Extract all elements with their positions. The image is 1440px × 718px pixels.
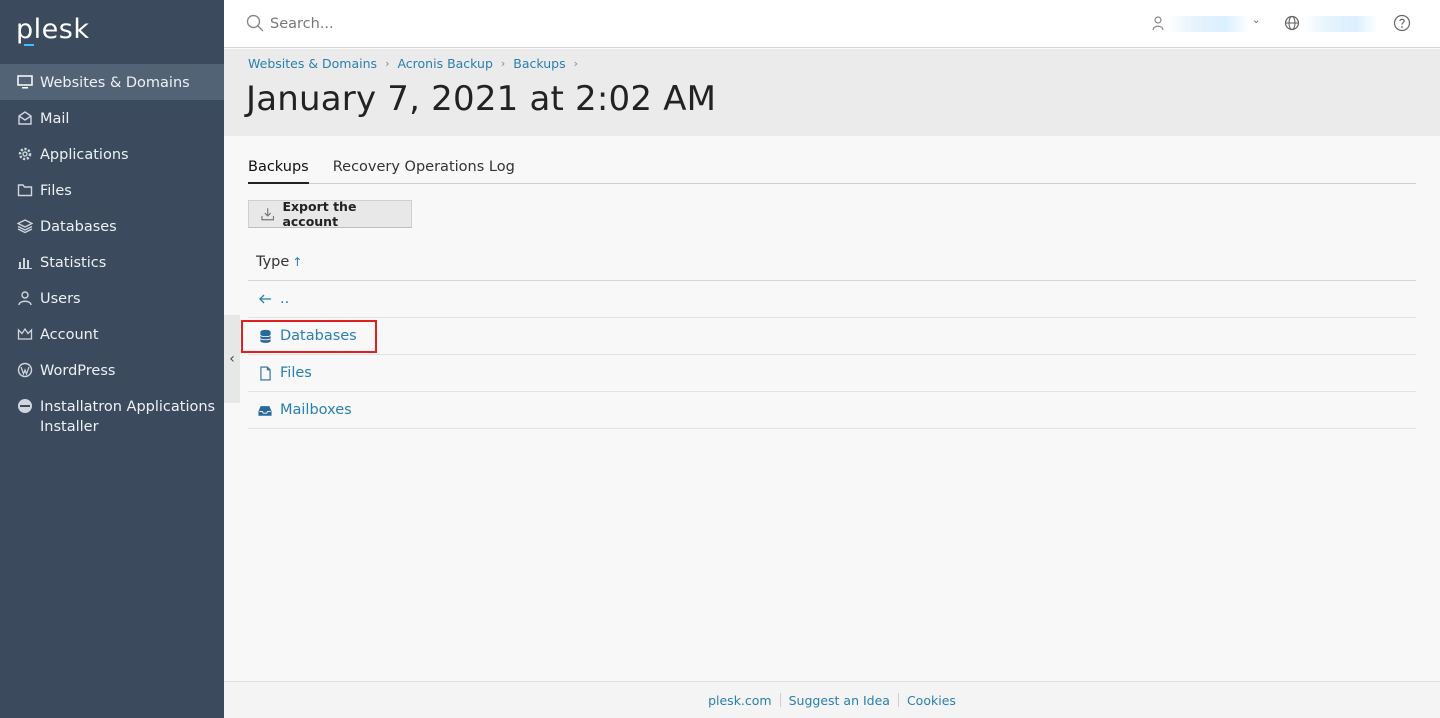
mailboxes-link[interactable]: Mailboxes	[280, 402, 352, 418]
database-icon	[258, 328, 272, 344]
file-icon	[258, 365, 272, 381]
download-icon	[261, 208, 275, 221]
databases-link[interactable]: Databases	[280, 328, 357, 344]
page-title: January 7, 2021 at 2:02 AM	[246, 79, 717, 119]
list-item: Mailboxes	[248, 392, 1416, 429]
envelope-icon	[16, 109, 34, 127]
list-item: Databases	[241, 318, 1416, 355]
chevron-right-icon: ›	[385, 57, 390, 70]
plesk-logo[interactable]: plesk	[16, 14, 89, 45]
user-icon[interactable]	[1152, 15, 1164, 31]
breadcrumb: Websites & Domains › Acronis Backup › Ba…	[248, 56, 586, 71]
layers-icon	[16, 217, 34, 235]
export-account-button[interactable]: Export the account	[248, 199, 412, 229]
column-header-type[interactable]: Type	[256, 254, 289, 270]
list-item: Files	[248, 355, 1416, 392]
breadcrumb-item-acronis-backup[interactable]: Acronis Backup	[397, 56, 492, 71]
globe-icon[interactable]	[1284, 15, 1300, 31]
sidebar-item-wordpress[interactable]: WordPress	[0, 352, 224, 388]
page-header: Websites & Domains › Acronis Backup › Ba…	[224, 49, 1440, 136]
tab-recovery-operations-log[interactable]: Recovery Operations Log	[333, 156, 515, 184]
sidebar-item-label: Databases	[40, 219, 117, 235]
sidebar: plesk Websites & Domains Mail Applicatio…	[0, 0, 224, 718]
monitor-icon	[16, 73, 34, 91]
sidebar-item-label: WordPress	[40, 363, 116, 379]
chevron-right-icon: ›	[500, 57, 506, 70]
wordpress-icon	[16, 361, 34, 379]
chevron-right-icon: ›	[573, 57, 579, 70]
sidebar-item-label: Mail	[40, 111, 70, 127]
sidebar-item-label: Files	[40, 183, 72, 199]
breadcrumb-item-websites-domains[interactable]: Websites & Domains	[248, 56, 377, 71]
list-item: ..	[248, 281, 1416, 318]
footer-link-plesk-com[interactable]: plesk.com	[700, 693, 780, 708]
breadcrumb-item-backups[interactable]: Backups	[513, 56, 565, 71]
sidebar-item-label: Account	[40, 327, 99, 343]
sidebar-item-applications[interactable]: Applications	[0, 136, 224, 172]
sidebar-item-label: Applications	[40, 147, 129, 163]
sidebar-item-users[interactable]: Users	[0, 280, 224, 316]
chevron-down-icon[interactable]: ⌄	[1252, 15, 1260, 26]
sidebar-nav: Websites & Domains Mail Applications Fil…	[0, 64, 224, 448]
account-name-redacted[interactable]	[1168, 16, 1250, 32]
export-account-label: Export the account	[282, 199, 357, 229]
footer-link-suggest-idea[interactable]: Suggest an Idea	[781, 693, 898, 708]
sidebar-item-installatron[interactable]: Installatron Applications Installer	[0, 388, 224, 448]
sort-ascending-icon[interactable]: ↑	[292, 255, 302, 269]
sidebar-item-account[interactable]: Account	[0, 316, 224, 352]
domain-name-redacted[interactable]	[1304, 16, 1378, 32]
footer: plesk.com Suggest an Idea Cookies	[224, 681, 1440, 718]
gear-icon	[16, 145, 34, 163]
user-icon	[16, 289, 34, 307]
sidebar-item-databases[interactable]: Databases	[0, 208, 224, 244]
sidebar-item-mail[interactable]: Mail	[0, 100, 224, 136]
search-input[interactable]	[270, 12, 670, 36]
backup-items-list: Type ↑ .. Databases Files Mailboxes	[241, 244, 1416, 429]
arrow-left-icon[interactable]	[258, 291, 272, 307]
tab-backups[interactable]: Backups	[248, 156, 309, 184]
sidebar-item-label: Users	[40, 291, 81, 307]
inbox-icon	[258, 402, 272, 418]
sidebar-item-websites-domains[interactable]: Websites & Domains	[0, 64, 224, 100]
sidebar-item-files[interactable]: Files	[0, 172, 224, 208]
footer-link-cookies[interactable]: Cookies	[899, 693, 964, 708]
installatron-icon	[16, 397, 34, 415]
sidebar-item-label: Installatron Applications Installer	[40, 399, 216, 435]
help-icon[interactable]	[1393, 14, 1411, 32]
tab-bar: Backups Recovery Operations Log	[248, 156, 1416, 184]
logo-accent-bar	[24, 44, 34, 46]
top-bar: ⌄	[224, 0, 1440, 48]
search-icon	[246, 14, 264, 32]
sidebar-item-label: Websites & Domains	[40, 75, 190, 91]
crown-icon	[16, 325, 34, 343]
parent-directory-link[interactable]: ..	[280, 291, 289, 307]
sidebar-item-label: Statistics	[40, 255, 107, 271]
files-link[interactable]: Files	[280, 365, 312, 381]
sidebar-item-statistics[interactable]: Statistics	[0, 244, 224, 280]
bar-chart-icon	[16, 253, 34, 271]
folder-icon	[16, 181, 34, 199]
list-header: Type ↑	[248, 244, 1416, 281]
sidebar-collapse-button[interactable]: ‹	[224, 315, 240, 403]
